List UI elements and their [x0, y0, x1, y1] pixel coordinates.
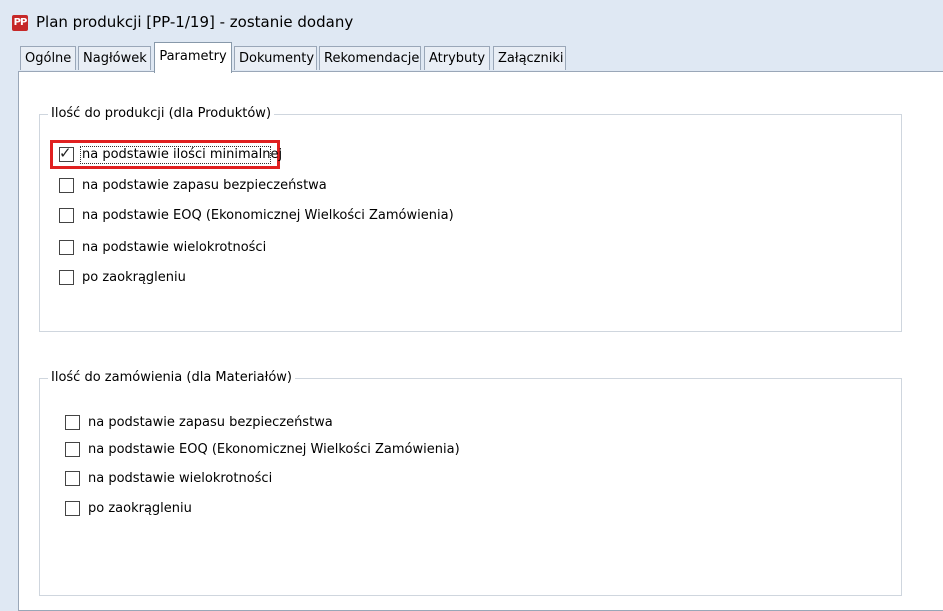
tab-naglowek[interactable]: Nagłówek: [78, 46, 151, 70]
checkbox-eoq[interactable]: na podstawie EOQ (Ekonomicznej Wielkości…: [59, 208, 479, 226]
checkbox-multiplicity[interactable]: na podstawie wielokrotności: [59, 240, 319, 258]
tab-atrybuty[interactable]: Atrybuty: [424, 46, 490, 70]
checkbox-box[interactable]: [65, 442, 80, 457]
title-bar: PP Plan produkcji [PP-1/19] - zostanie d…: [0, 0, 943, 42]
checkbox-box[interactable]: [65, 415, 80, 430]
checkbox-box[interactable]: [65, 471, 80, 486]
checkbox-label: na podstawie ilości minimalnej: [82, 147, 283, 162]
checkbox-safety-stock-materials[interactable]: na podstawie zapasu bezpieczeństwa: [65, 415, 385, 433]
checkbox-label: na podstawie wielokrotności: [88, 471, 273, 486]
checkbox-rounding[interactable]: po zaokrągleniu: [59, 270, 259, 288]
checkbox-multiplicity-materials[interactable]: na podstawie wielokrotności: [65, 471, 325, 489]
checkbox-box[interactable]: [59, 240, 74, 255]
group-materials-legend: Ilość do zamówienia (dla Materiałów): [48, 370, 295, 386]
checkbox-label: na podstawie zapasu bezpieczeństwa: [88, 415, 333, 430]
group-materials: Ilość do zamówienia (dla Materiałów) na …: [39, 370, 902, 596]
checkbox-label: na podstawie EOQ (Ekonomicznej Wielkości…: [82, 208, 454, 223]
checkbox-box[interactable]: [65, 501, 80, 516]
checkbox-label: po zaokrągleniu: [88, 501, 192, 516]
group-products: Ilość do produkcji (dla Produktów) ✓ na …: [39, 106, 902, 332]
tab-parametry[interactable]: Parametry: [154, 42, 232, 73]
checkbox-label: po zaokrągleniu: [82, 270, 186, 285]
tab-rekomendacje[interactable]: Rekomendacje: [319, 46, 421, 70]
window-title: Plan produkcji [PP-1/19] - zostanie doda…: [36, 13, 354, 31]
checkbox-label: na podstawie zapasu bezpieczeństwa: [82, 178, 327, 193]
checkbox-rounding-materials[interactable]: po zaokrągleniu: [65, 501, 265, 519]
check-icon: ✓: [59, 144, 72, 162]
group-products-legend: Ilość do produkcji (dla Produktów): [48, 106, 275, 122]
checkbox-box[interactable]: [59, 270, 74, 285]
checkbox-box[interactable]: [59, 178, 74, 193]
checkbox-safety-stock[interactable]: na podstawie zapasu bezpieczeństwa: [59, 178, 379, 196]
app-icon: PP: [12, 15, 28, 31]
tab-ogolne[interactable]: Ogólne: [20, 46, 76, 70]
tab-dokumenty[interactable]: Dokumenty: [234, 46, 317, 70]
tab-strip: Ogólne Nagłówek Parametry Dokumenty Reko…: [20, 42, 943, 73]
checkbox-min-quantity[interactable]: ✓ na podstawie ilości minimalnej: [59, 144, 283, 165]
tab-zalaczniki[interactable]: Załączniki: [493, 46, 566, 70]
checkbox-box[interactable]: ✓: [59, 144, 74, 162]
checkbox-eoq-materials[interactable]: na podstawie EOQ (Ekonomicznej Wielkości…: [65, 442, 485, 460]
checkbox-label: na podstawie EOQ (Ekonomicznej Wielkości…: [88, 442, 460, 457]
window: PP Plan produkcji [PP-1/19] - zostanie d…: [0, 0, 943, 611]
checkbox-label: na podstawie wielokrotności: [82, 240, 267, 255]
checkbox-box[interactable]: [59, 208, 74, 223]
tab-panel-parametry: Ilość do produkcji (dla Produktów) ✓ na …: [18, 71, 943, 611]
